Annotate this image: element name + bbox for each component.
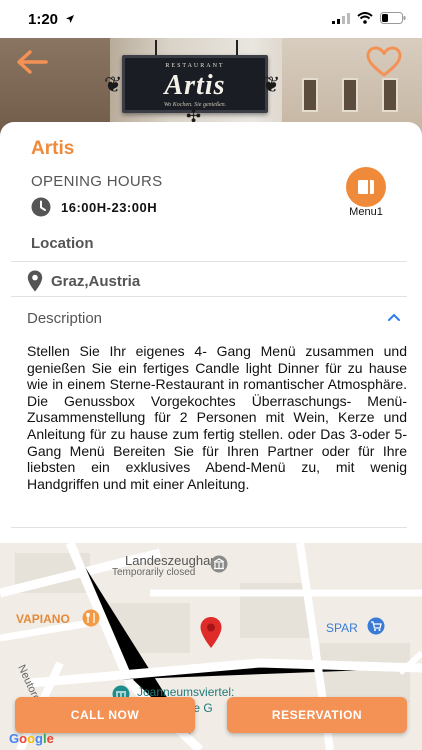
sign-chain	[155, 40, 157, 56]
favorite-button[interactable]	[364, 44, 404, 80]
map-label-vapiano: VAPIANO	[16, 612, 70, 626]
location-arrow-icon	[66, 15, 75, 23]
opening-hours-row: 16:00H-23:00H	[31, 197, 157, 217]
status-bar: 1:20	[0, 0, 422, 38]
status-time-text: 1:20	[28, 11, 59, 28]
hero-window	[302, 78, 318, 112]
restaurant-marker-icon	[82, 609, 100, 627]
book-icon	[358, 180, 374, 194]
ornament-icon: ❦	[104, 72, 123, 97]
restaurant-sign: RESTAURANT Artis Wo Kochen. Sie genießen…	[122, 55, 268, 113]
hero-window	[342, 78, 358, 112]
reservation-button[interactable]: RESERVATION	[227, 697, 407, 733]
restaurant-details-card: Artis OPENING HOURS 16:00H-23:00H Menu1 …	[0, 122, 422, 542]
restaurant-title: Artis	[31, 138, 75, 159]
divider	[11, 527, 407, 528]
opening-hours-value: 16:00H-23:00H	[61, 199, 158, 215]
menu-button[interactable]	[346, 167, 386, 207]
call-now-button[interactable]: CALL NOW	[15, 697, 195, 733]
google-logo: Google	[9, 731, 54, 746]
arrow-left-icon	[17, 50, 48, 74]
heart-icon	[366, 46, 402, 77]
divider	[11, 296, 407, 297]
menu-label: Menu1	[349, 206, 383, 218]
museum-icon	[210, 555, 228, 573]
address-value: Graz,Austria	[51, 272, 141, 290]
hero-window	[382, 78, 398, 112]
shopping-cart-icon	[367, 617, 385, 635]
sign-small-text: RESTAURANT	[165, 63, 225, 69]
wifi-icon	[357, 12, 373, 24]
description-label: Description	[27, 310, 103, 327]
map-label-spar: SPAR	[326, 621, 358, 635]
location-pin-icon	[200, 617, 222, 648]
sign-name-text: Artis	[164, 70, 226, 101]
battery-icon	[380, 12, 406, 24]
cellular-signal-icon	[332, 12, 350, 24]
map-pin-icon	[27, 270, 43, 292]
status-icons	[332, 12, 406, 24]
status-time: 1:20	[28, 11, 75, 28]
clock-icon	[31, 197, 51, 217]
sign-chain	[236, 40, 238, 56]
back-button[interactable]	[14, 44, 50, 80]
opening-hours-label: OPENING HOURS	[31, 173, 163, 190]
divider	[11, 261, 407, 262]
chevron-up-icon[interactable]	[385, 310, 403, 326]
map-label-temporarily-closed: Temporarily closed	[112, 567, 196, 578]
ornament-icon: ❦	[262, 72, 281, 97]
description-text: Stellen Sie Ihr eigenes 4- Gang Menü zus…	[27, 343, 407, 492]
address-row: Graz,Austria	[27, 270, 140, 292]
location-label: Location	[31, 235, 94, 252]
